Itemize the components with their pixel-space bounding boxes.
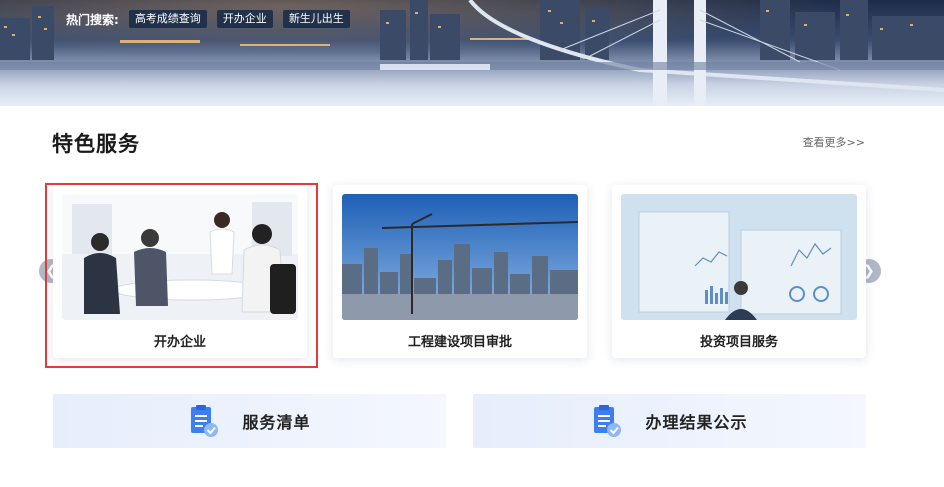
service-list-label: 服务清单 bbox=[242, 413, 311, 432]
clipboard-check-icon bbox=[591, 404, 623, 438]
service-list-button[interactable]: 服务清单 bbox=[53, 394, 446, 448]
service-card-label: 工程建设项目审批 bbox=[407, 335, 512, 350]
service-card-open-business[interactable]: 开办企业 bbox=[53, 185, 307, 358]
financial-report-photo bbox=[621, 194, 857, 320]
hot-tag-business[interactable]: 开办企业 bbox=[216, 10, 273, 28]
hot-tag-newborn[interactable]: 新生儿出生 bbox=[282, 10, 350, 28]
service-card-investment[interactable]: 投资项目服务 bbox=[612, 185, 866, 358]
result-publicity-button[interactable]: 办理结果公示 bbox=[473, 394, 866, 448]
hot-search-label: 热门搜索: bbox=[66, 12, 119, 27]
business-meeting-photo bbox=[62, 194, 298, 320]
hot-search-bar: 热门搜索: 高考成绩查询 开办企业 新生儿出生 bbox=[66, 10, 350, 28]
section-title: 特色服务 bbox=[52, 132, 140, 156]
service-card-construction[interactable]: 工程建设项目审批 bbox=[333, 185, 587, 358]
clipboard-check-icon bbox=[188, 404, 220, 438]
hero-banner: 热门搜索: 高考成绩查询 开办企业 新生儿出生 bbox=[0, 0, 944, 106]
service-card-label: 投资项目服务 bbox=[699, 335, 778, 350]
hot-tag-gaokao[interactable]: 高考成绩查询 bbox=[128, 10, 207, 28]
city-construction-crane-photo bbox=[342, 194, 578, 320]
view-more-link[interactable]: 查看更多>> bbox=[803, 134, 865, 150]
result-publicity-label: 办理结果公示 bbox=[645, 413, 748, 432]
service-card-label: 开办企业 bbox=[153, 335, 206, 350]
